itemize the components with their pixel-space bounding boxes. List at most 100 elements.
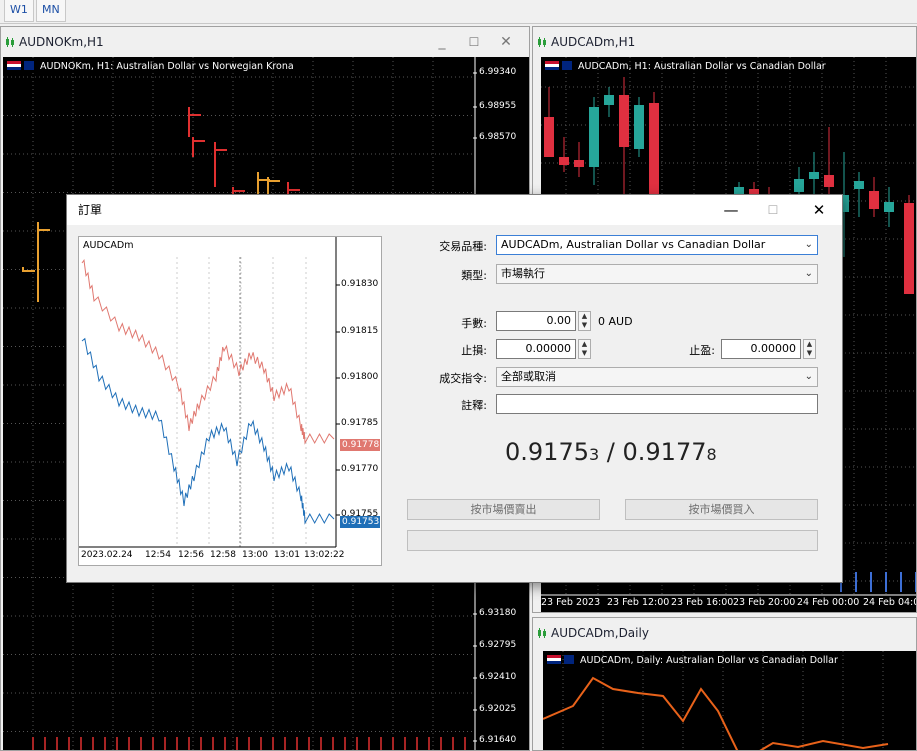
chart-header: AUDCADm, H1: Australian Dollar vs Canadi… xyxy=(545,61,826,72)
candle-body xyxy=(604,95,614,105)
minimize-icon[interactable]: — xyxy=(716,195,746,225)
spin-down-icon[interactable]: ▼ xyxy=(579,349,590,358)
price-tick-label: 6.92795 xyxy=(479,640,517,650)
price-tick-label: 6.92410 xyxy=(479,672,517,682)
time-tick-label: 24 Feb 00:00 xyxy=(797,597,860,608)
price-tick-label: 6.98955 xyxy=(479,101,517,111)
candle-body xyxy=(824,175,834,187)
dialog-title: 訂單 xyxy=(78,203,103,217)
price-tick-label: 0.91815 xyxy=(341,326,379,336)
flag-icon xyxy=(24,61,34,70)
price-tick-label: 6.91640 xyxy=(479,735,517,745)
sell-by-market-button[interactable]: 按市場價賣出 xyxy=(407,499,600,520)
dialog-titlebar[interactable]: 訂單 — ☐ ✕ xyxy=(67,195,842,225)
volume-unit: 0 AUD xyxy=(598,315,633,328)
time-tick-label: 13:00 xyxy=(242,550,268,560)
stop-loss-stepper[interactable]: ▲ ▼ xyxy=(578,339,591,359)
flag-icon xyxy=(545,61,559,70)
chart-window-titlebar[interactable]: AUDNOKm,H1 _ ☐ ✕ xyxy=(1,27,529,57)
bid-price-tag: 0.91753 xyxy=(340,516,380,528)
time-tick-label: 13:02:22 xyxy=(304,550,345,560)
chart-window-title: AUDCADm,H1 xyxy=(551,35,636,49)
ask-price: 0.9177 xyxy=(622,438,707,466)
spin-down-icon[interactable]: ▼ xyxy=(579,321,590,330)
comment-input[interactable] xyxy=(496,394,818,414)
price-tick-label: 0.91800 xyxy=(341,372,379,382)
price-line xyxy=(759,739,889,750)
take-profit-input[interactable]: 0.00000 xyxy=(721,339,801,359)
quote-display: 0.91753 / 0.91778 xyxy=(505,438,717,466)
close-icon[interactable]: ✕ xyxy=(804,195,834,225)
price-tick-label: 6.93180 xyxy=(479,608,517,618)
ask-line xyxy=(81,259,335,445)
volume-input[interactable]: 0.00 xyxy=(496,311,576,331)
order-dialog[interactable]: 訂單 — ☐ ✕ AUDCADm 0.91830 0.91815 0.91800 0.… xyxy=(66,194,843,583)
ask-price-fraction: 8 xyxy=(706,445,717,464)
symbol-select[interactable]: AUDCADm, Australian Dollar vs Canadian D… xyxy=(496,235,818,255)
flag-icon xyxy=(564,655,574,664)
period-mn-button[interactable]: MN xyxy=(36,0,66,22)
volume-stepper[interactable]: ▲ ▼ xyxy=(578,311,591,331)
candle-body xyxy=(544,117,554,157)
stop-loss-input[interactable]: 0.00000 xyxy=(496,339,576,359)
ask-price-tag: 0.91778 xyxy=(340,439,380,451)
fill-policy-select-value: 全部或取消 xyxy=(501,370,556,383)
chart-symbol-text: AUDCADm, Daily: Australian Dollar vs Can… xyxy=(580,655,838,666)
chart-window-titlebar[interactable]: AUDCADm,Daily xyxy=(533,618,916,648)
chart-symbol-text: AUDNOKm, H1: Australian Dollar vs Norweg… xyxy=(40,61,294,72)
chart-symbol-text: AUDCADm, H1: Australian Dollar vs Canadi… xyxy=(578,61,826,72)
symbol-select-value: AUDCADm, Australian Dollar vs Canadian D… xyxy=(501,238,766,251)
period-w1-button[interactable]: W1 xyxy=(4,0,34,22)
price-tick-label: 0.91785 xyxy=(341,418,379,428)
candle-body xyxy=(869,191,879,209)
spin-up-icon[interactable]: ▲ xyxy=(804,340,815,349)
candlestick-icon xyxy=(538,37,546,47)
stop-loss-label: 止損: xyxy=(461,344,487,357)
maximize-icon[interactable]: ☐ xyxy=(463,27,485,57)
chart-window-title: AUDNOKm,H1 xyxy=(19,35,104,49)
candle-body xyxy=(574,160,584,167)
price-tick-label: 0.91830 xyxy=(341,279,379,289)
status-bar xyxy=(407,530,818,551)
fill-policy-label: 成交指令: xyxy=(439,372,487,385)
candlestick-icon xyxy=(6,37,14,47)
flag-icon xyxy=(547,655,561,664)
time-tick-label: 23 Feb 2023 xyxy=(541,597,601,608)
fill-policy-select[interactable]: 全部或取消 ⌄ xyxy=(496,367,818,387)
time-tick-label: 24 Feb 04:00 xyxy=(863,597,916,608)
take-profit-stepper[interactable]: ▲ ▼ xyxy=(803,339,816,359)
line-chart xyxy=(543,651,889,750)
chevron-down-icon: ⌄ xyxy=(804,239,813,250)
spin-up-icon[interactable]: ▲ xyxy=(579,312,590,321)
candle-body xyxy=(884,202,894,212)
type-select-value: 市場執行 xyxy=(501,267,545,280)
chevron-down-icon: ⌄ xyxy=(804,268,813,279)
time-tick-label: 23 Feb 12:00 xyxy=(607,597,670,608)
candle-body xyxy=(854,181,864,189)
candle-body xyxy=(809,172,819,179)
tick-chart-symbol: AUDCADm xyxy=(83,240,134,251)
time-tick-label: 23 Feb 20:00 xyxy=(733,597,796,608)
chart-window-audcad-daily[interactable]: AUDCADm,Daily AUDCADm, Daily: Australian… xyxy=(532,617,917,751)
quote-separator: / xyxy=(599,438,623,466)
time-tick-label: 12:58 xyxy=(210,550,236,560)
price-tick-label: 6.99340 xyxy=(479,67,517,77)
candle-body xyxy=(589,107,599,167)
chart-window-title: AUDCADm,Daily xyxy=(551,626,649,640)
buy-by-market-button[interactable]: 按市場價買入 xyxy=(625,499,818,520)
comment-label: 註釋: xyxy=(461,399,487,412)
time-tick-label: 12:56 xyxy=(178,550,204,560)
minimize-icon[interactable]: _ xyxy=(431,27,453,57)
time-tick-label: 13:01 xyxy=(274,550,300,560)
bid-price: 0.9175 xyxy=(505,438,589,466)
chart-plot-area[interactable]: AUDCADm, Daily: Australian Dollar vs Can… xyxy=(543,651,916,750)
spin-up-icon[interactable]: ▲ xyxy=(579,340,590,349)
close-icon[interactable]: ✕ xyxy=(495,27,517,57)
chart-window-titlebar[interactable]: AUDCADm,H1 xyxy=(533,27,916,57)
chart-header: AUDCADm, Daily: Australian Dollar vs Can… xyxy=(547,655,838,666)
symbol-label: 交易品種: xyxy=(439,240,487,253)
volume-label: 手數: xyxy=(461,317,487,330)
candle-body xyxy=(559,157,569,165)
type-select[interactable]: 市場執行 ⌄ xyxy=(496,264,818,284)
spin-down-icon[interactable]: ▼ xyxy=(804,349,815,358)
